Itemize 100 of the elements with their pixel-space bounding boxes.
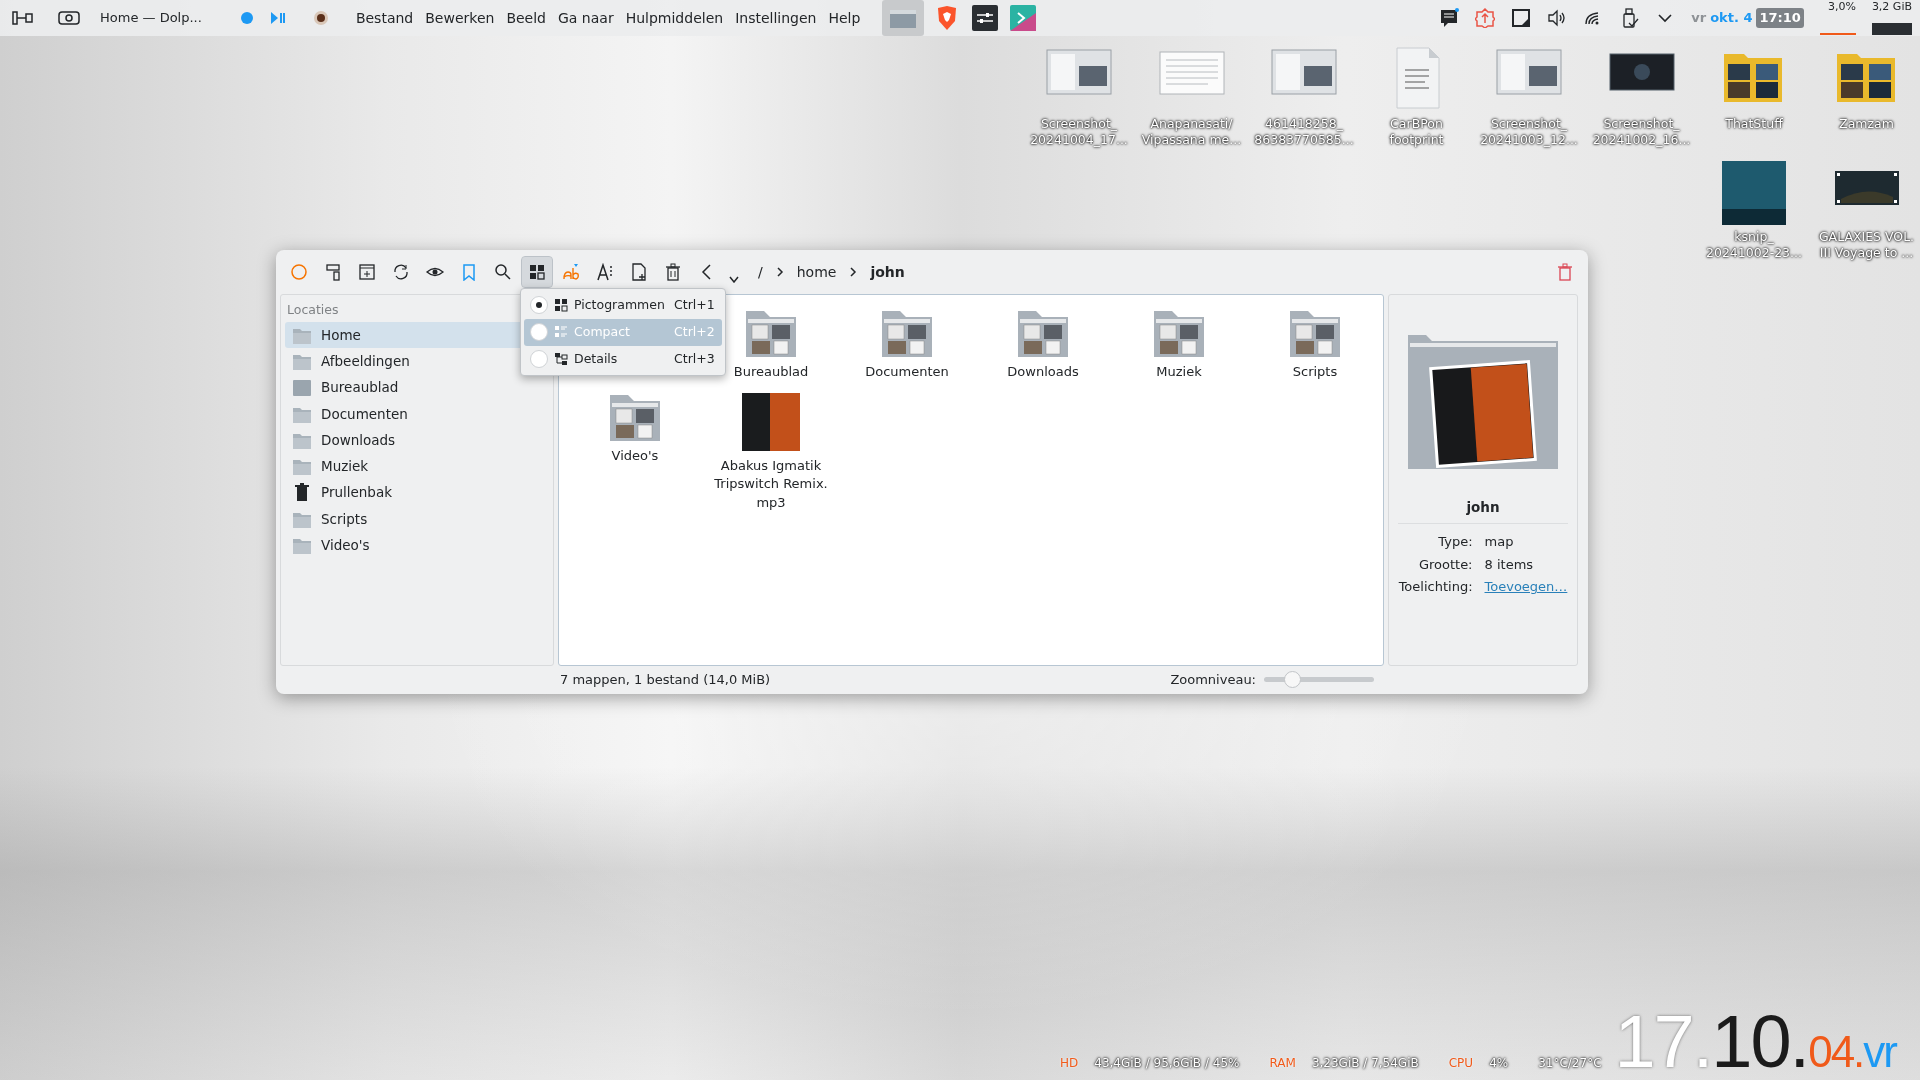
rename-icon [562, 263, 580, 281]
stat-value: 3,23GiB / 7,54GiB [1311, 1055, 1419, 1072]
search-icon [494, 263, 512, 281]
info-value: map [1484, 533, 1515, 552]
new-tab-icon [358, 263, 376, 281]
desktop-icon-label[interactable]: 461418258_ 86383770585... [1254, 116, 1354, 149]
note-icon[interactable] [1511, 8, 1532, 28]
clock-time: 17:10 [1756, 8, 1804, 28]
clock-part: vr [1863, 1032, 1896, 1072]
status-text: 7 mappen, 1 bestand (14,0 MiB) [560, 671, 771, 690]
memory-meter-value: 3,2 GiB [1871, 1, 1912, 14]
bookmark-icon [460, 263, 478, 281]
places-item[interactable]: Scripts [285, 505, 549, 532]
chevron-right-icon [848, 266, 859, 278]
desktop-icon-label[interactable]: Anapanasati/ Vipassana me... [1141, 116, 1242, 149]
clock-date: okt. 4 [1710, 9, 1753, 28]
circle-icon[interactable] [239, 11, 254, 25]
places-item[interactable]: Video's [285, 531, 549, 558]
tree-list-icon [554, 351, 568, 366]
slider-icon [12, 9, 34, 27]
shortcut-text: Ctrl+2 [674, 322, 715, 341]
stat-label: RAM [1269, 1055, 1296, 1072]
info-value: 8 items [1484, 555, 1535, 574]
file-name[interactable]: Video's [611, 447, 659, 466]
menu-item[interactable]: Help [822, 7, 867, 29]
info-name: john [1466, 498, 1500, 517]
desktop-icon-label[interactable]: Zamzam [1839, 116, 1894, 133]
radio-button[interactable] [530, 349, 548, 368]
desktop-icon-label[interactable]: ThatStuff [1725, 116, 1783, 133]
cpu-meter-value: 3,0% [1827, 1, 1856, 14]
zoom-slider-thumb[interactable] [1283, 671, 1301, 688]
file-name[interactable]: Muziek [1156, 363, 1202, 382]
clock-part: 10. [1711, 1009, 1809, 1076]
chevron-right-icon [774, 266, 785, 278]
stat-value: 31°C/27°C [1538, 1055, 1602, 1072]
menu-item[interactable]: Ga naar [552, 7, 620, 29]
zoom-slider[interactable] [1264, 671, 1374, 689]
compact-list-icon [554, 325, 568, 340]
toolbar-button[interactable] [522, 257, 552, 287]
add-comment-link[interactable]: Toevoegen… [1484, 577, 1571, 597]
notification-icon[interactable] [1439, 8, 1460, 28]
file-name[interactable]: Documenten [865, 363, 949, 382]
file-name[interactable]: Bureaublad [733, 363, 809, 382]
desktop-icon-label[interactable]: Screenshot_ 20241004_17... [1030, 116, 1128, 149]
menu-item[interactable]: Bestand [349, 7, 420, 29]
stat-label: CPU [1448, 1055, 1474, 1072]
sliders-icon [972, 5, 999, 31]
stat-value: 43,4GiB / 95,6GiB / 45% [1094, 1055, 1240, 1072]
desktop-icon-label[interactable]: CarBPon footprint [1389, 116, 1444, 149]
image-thumbnail[interactable] [1720, 158, 1788, 227]
file-name[interactable]: Downloads [1007, 363, 1079, 382]
new-file-icon [630, 263, 648, 281]
play-pause-icon[interactable] [269, 11, 286, 25]
radio-button[interactable] [530, 296, 548, 315]
reload-icon [392, 263, 410, 281]
audio-cover-thumbnail [740, 391, 802, 454]
chevron-down-icon [729, 276, 739, 283]
places-item[interactable]: Prullenbak [285, 479, 549, 506]
clock-part: 17. [1614, 1009, 1712, 1076]
breadcrumb[interactable]: / [754, 261, 767, 283]
update-icon[interactable] [1475, 8, 1496, 28]
info-label: Toelichting: [1397, 578, 1473, 597]
menu-item[interactable]: Pictogrammen Ctrl+1 [524, 292, 722, 319]
places-item[interactable]: Downloads [285, 426, 549, 453]
menu-item[interactable]: Hulpmiddelen [619, 7, 730, 29]
clock-part: 04. [1808, 1032, 1864, 1072]
trash-icon [1557, 263, 1573, 281]
desktop-icon-label[interactable]: Screenshot_ 20241003_12... [1480, 116, 1578, 149]
window-icon [889, 7, 918, 29]
places-item[interactable]: Documenten [285, 400, 549, 427]
desktop-icon-label[interactable]: Screenshot_ 20241002_16... [1592, 116, 1691, 149]
memory-meter-graph [1872, 23, 1912, 35]
volume-icon[interactable] [1547, 8, 1568, 28]
clock[interactable]: vr okt. 4 17:10 [1691, 8, 1804, 28]
shortcut-text: Ctrl+1 [674, 296, 715, 314]
desktop-icon [291, 377, 313, 398]
breadcrumb[interactable]: john [866, 261, 909, 283]
file-name[interactable]: Scripts [1292, 363, 1338, 382]
trash-icon [664, 263, 682, 281]
menu-item[interactable]: Bewerken [419, 7, 501, 29]
window-title[interactable]: Home — Dolp... [100, 8, 202, 28]
breadcrumb[interactable]: home [792, 261, 841, 283]
desktop-icon-label[interactable]: GALAXIES VOL. III Voyage to ... [1818, 228, 1915, 261]
zoom-label: Zoomniveau: [1170, 671, 1256, 690]
clock-day: vr [1691, 8, 1707, 28]
file-name[interactable]: Abakus Igmatik Tripswitch Remix. mp3 [703, 457, 839, 512]
circle-icon [290, 263, 308, 281]
menu-item[interactable]: Instellingen [729, 7, 823, 29]
grid-icon [528, 263, 546, 281]
places-heading: Locaties [286, 301, 340, 319]
radio-button[interactable] [530, 323, 548, 342]
stat-label: HD [1060, 1055, 1079, 1072]
places-item[interactable]: Muziek [285, 453, 549, 480]
menu-item[interactable]: Beeld [500, 7, 552, 29]
places-item[interactable]: Bureaublad [285, 374, 549, 401]
grid-icon [554, 298, 568, 313]
info-label: Type: [1437, 533, 1473, 552]
desktop-icon-label[interactable]: ksnip_ 20241002-23... [1706, 228, 1802, 261]
menu-item[interactable]: Details Ctrl+3 [524, 345, 722, 373]
shortcut-text: Ctrl+3 [674, 349, 715, 368]
